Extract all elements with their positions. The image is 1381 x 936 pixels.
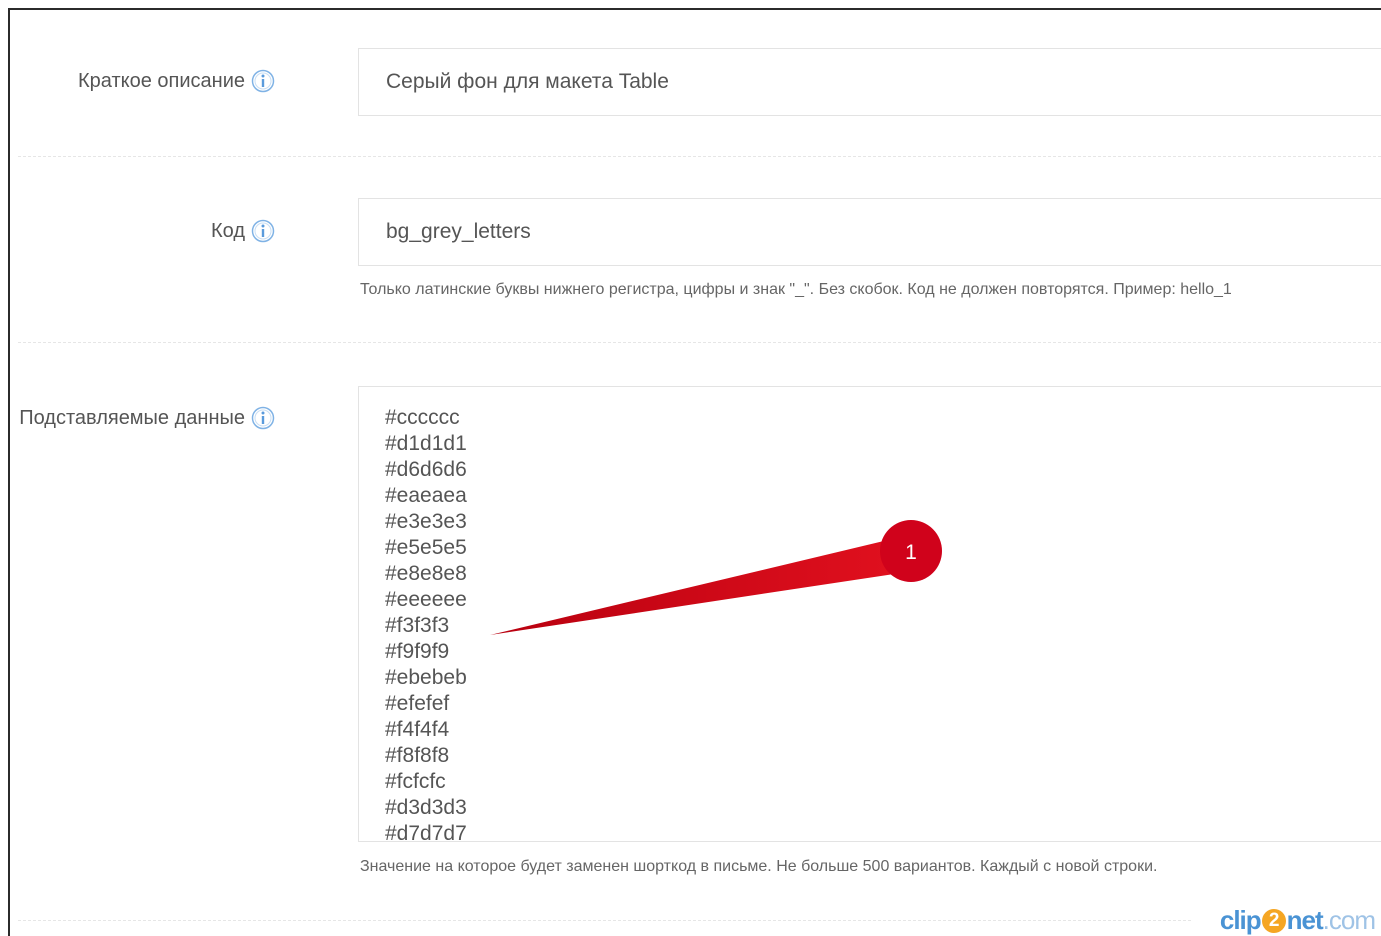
annotation-arrow: 1	[490, 520, 942, 635]
clip2net-logo: clip 2 net .com	[1219, 905, 1376, 935]
annotation-arrow-shaft	[490, 540, 894, 635]
annotation-number: 1	[905, 541, 917, 564]
